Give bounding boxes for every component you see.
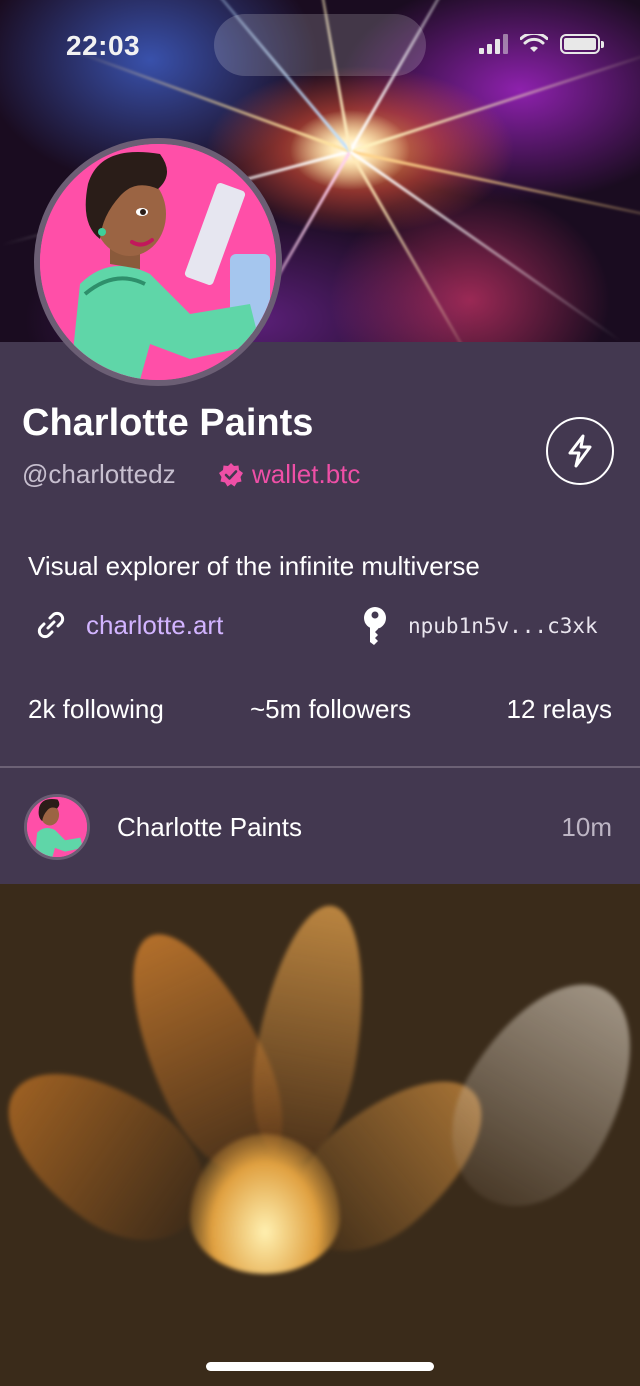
home-indicator[interactable]: [206, 1362, 434, 1371]
profile-bio: Visual explorer of the infinite multiver…: [28, 551, 480, 581]
nip05-label: wallet.btc: [252, 459, 361, 489]
npub-text[interactable]: npub1n5v...c3xk: [408, 614, 598, 638]
relays-count[interactable]: 12 relays: [507, 694, 613, 725]
nip05-verification[interactable]: wallet.btc: [218, 459, 360, 490]
battery-icon: [560, 34, 604, 54]
signal-icon: [479, 34, 508, 54]
verified-badge-icon: [219, 462, 243, 486]
dynamic-island: [214, 14, 426, 76]
profile-name: Charlotte Paints: [22, 402, 314, 444]
website-text[interactable]: charlotte.art: [86, 610, 223, 641]
post-image[interactable]: [0, 884, 640, 1386]
post-author-name[interactable]: Charlotte Paints: [117, 812, 302, 843]
divider: [0, 766, 640, 768]
post-timestamp: 10m: [561, 812, 612, 842]
key-icon: [364, 607, 386, 645]
website-link[interactable]: charlotte.art: [34, 608, 223, 642]
npub-key[interactable]: npub1n5v...c3xk: [358, 606, 598, 646]
post-author-avatar[interactable]: [24, 794, 90, 860]
status-icons: [479, 34, 604, 54]
lightning-icon: [568, 434, 592, 468]
wifi-icon: [520, 34, 548, 52]
zap-button[interactable]: [546, 417, 614, 485]
profile-handle: @charlottedz: [22, 459, 176, 489]
profile-avatar[interactable]: [34, 138, 282, 386]
following-count[interactable]: 2k following: [28, 694, 164, 725]
status-time: 22:03: [66, 30, 141, 61]
link-icon: [37, 611, 65, 639]
followers-count[interactable]: ~5m followers: [250, 694, 411, 725]
